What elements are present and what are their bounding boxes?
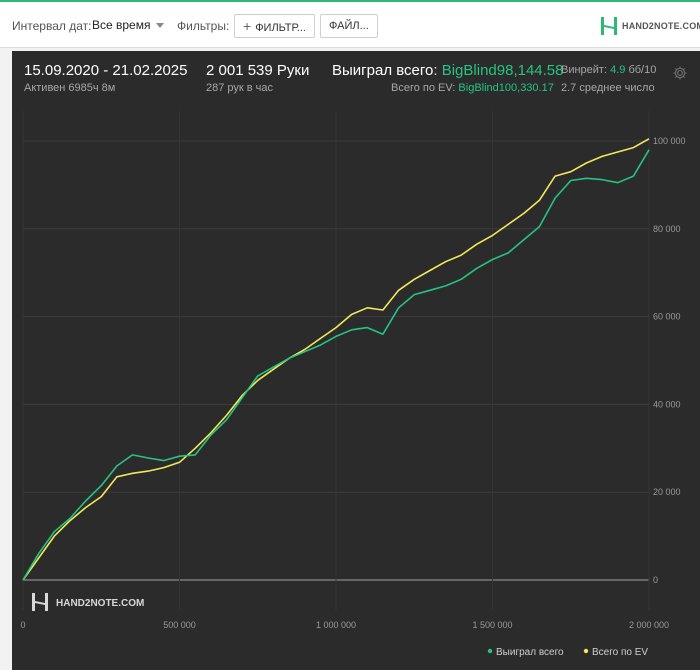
axis-ticks: 0 20 000 40 000 60 000 80 000 100 000 0 500 000… (20, 136, 685, 630)
y-tick-label: 40 000 (653, 399, 681, 409)
legend-label: Выиграл всего (496, 647, 564, 658)
x-tick-label: 1 500 000 (472, 620, 512, 630)
y-tick-label: 60 000 (653, 312, 681, 322)
watermark-logo-icon (32, 593, 48, 611)
interval-value: Все время (92, 18, 151, 32)
chart-svg: 0 20 000 40 000 60 000 80 000 100 000 0 500 000… (20, 111, 686, 658)
files-button-label: ФАЙЛ... (329, 20, 369, 32)
y-tick-label: 80 000 (653, 224, 681, 234)
top-toolbar: Интервал дат: Все время Фильтры: + ФИЛЬТР… (0, 0, 700, 48)
filters-button-label: ФИЛЬТР... (255, 22, 306, 34)
filters-button[interactable]: + ФИЛЬТР... (234, 14, 315, 38)
profit-chart: 0 20 000 40 000 60 000 80 000 100 000 0 500 000… (12, 51, 700, 670)
y-tick-label: 0 (653, 575, 658, 585)
legend: Выиграл всего Всего по EV (487, 647, 648, 658)
interval-select[interactable]: Все время (92, 18, 165, 32)
hand2note-logo-icon (601, 17, 617, 35)
y-tick-label: 100 000 (653, 136, 686, 146)
legend-marker (487, 648, 493, 654)
x-tick-label: 1 000 000 (316, 620, 356, 630)
grid (22, 111, 650, 610)
filters-label: Фильтры: (177, 19, 230, 33)
interval-label: Интервал дат: (12, 19, 92, 33)
plus-icon: + (243, 18, 252, 34)
files-button[interactable]: ФАЙЛ... (320, 14, 378, 38)
legend-label: Всего по EV (592, 647, 648, 658)
watermark: HAND2NOTE.COM (32, 593, 144, 611)
x-tick-label: 2 000 000 (629, 620, 669, 630)
x-tick-label: 0 (20, 620, 25, 630)
watermark-text: HAND2NOTE.COM (56, 598, 144, 609)
x-tick-label: 500 000 (163, 620, 196, 630)
chevron-down-icon (156, 23, 165, 29)
brand-text: HAND2NOTE.COM (622, 21, 700, 31)
legend-marker (583, 648, 589, 654)
y-tick-label: 20 000 (653, 487, 681, 497)
